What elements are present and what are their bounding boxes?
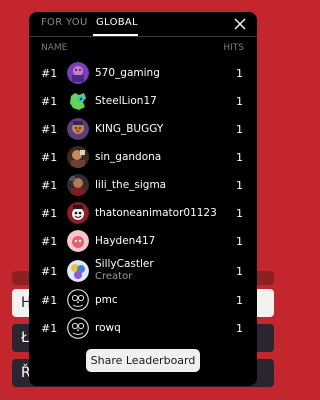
username: pmc — [95, 294, 118, 306]
leaderboard-row[interactable]: #1 570_gaming 1 — [29, 59, 257, 87]
colorful-avatar — [67, 260, 89, 282]
leaderboard-row[interactable]: #1 sin_gandona 1 — [29, 143, 257, 171]
rank: #1 — [41, 95, 58, 108]
leaderboard-row[interactable]: #1 KING_BUGGY 1 — [29, 115, 257, 143]
tab-bar: FOR YOU GLOBAL — [29, 12, 257, 38]
rank: #1 — [41, 123, 58, 136]
close-icon[interactable] — [233, 17, 247, 31]
owl-emblem-avatar — [67, 289, 89, 311]
hit-count: 1 — [236, 179, 243, 192]
tab-for-you[interactable]: FOR YOU — [41, 17, 88, 28]
buggy-avatar — [67, 118, 89, 140]
purple-meme-avatar — [67, 62, 89, 84]
leaderboard-row[interactable]: #1 SteelLion17 1 — [29, 87, 257, 115]
leaderboard-row[interactable]: #1 Hayden417 1 — [29, 227, 257, 255]
username: Hayden417 — [95, 235, 156, 247]
rank: #1 — [41, 179, 58, 192]
username: rowq — [95, 322, 121, 334]
owl-emblem-avatar — [67, 317, 89, 339]
green-lion-avatar — [67, 90, 89, 112]
hit-count: 1 — [236, 151, 243, 164]
username: 570_gaming — [95, 67, 160, 79]
rank: #1 — [41, 265, 58, 278]
cartoon-face-avatar — [67, 202, 89, 224]
leaderboard-row[interactable]: #1 SillyCastler Creator 1 — [29, 257, 257, 285]
hit-count: 1 — [236, 294, 243, 307]
username: sin_gandona — [95, 151, 162, 163]
rank: #1 — [41, 235, 58, 248]
photo-avatar — [67, 174, 89, 196]
username: lili_the_sigma — [95, 179, 167, 191]
column-header-hits: HITS — [223, 43, 244, 53]
username: KING_BUGGY — [95, 123, 164, 135]
pink-avatar — [67, 230, 89, 252]
rank: #1 — [41, 207, 58, 220]
hit-count: 1 — [236, 123, 243, 136]
leaderboard-row[interactable]: #1 rowq 1 — [29, 314, 257, 342]
hit-count: 1 — [236, 322, 243, 335]
hit-count: 1 — [236, 67, 243, 80]
leaderboard-row[interactable]: #1 pmc 1 — [29, 286, 257, 314]
rank: #1 — [41, 151, 58, 164]
username: SillyCastler — [95, 258, 154, 270]
hit-count: 1 — [236, 207, 243, 220]
share-leaderboard-button[interactable]: Share Leaderboard — [86, 349, 200, 372]
username: thatoneanimator01123 — [95, 207, 217, 219]
hit-count: 1 — [236, 95, 243, 108]
rank: #1 — [41, 322, 58, 335]
leaderboard-row[interactable]: #1 thatoneanimator01123 1 — [29, 199, 257, 227]
tab-divider — [29, 36, 257, 37]
creator-label: Creator — [95, 271, 133, 282]
hit-count: 1 — [236, 265, 243, 278]
rank: #1 — [41, 294, 58, 307]
hit-count: 1 — [236, 235, 243, 248]
leaderboard-panel: FOR YOU GLOBAL NAME HITS #1 570_gaming 1… — [29, 12, 257, 386]
rank: #1 — [41, 67, 58, 80]
background-button-2-label: Ł — [21, 330, 29, 346]
username: SteelLion17 — [95, 95, 157, 107]
column-header-name: NAME — [41, 43, 68, 53]
leaderboard-row[interactable]: #1 lili_the_sigma 1 — [29, 171, 257, 199]
tab-global[interactable]: GLOBAL — [96, 17, 138, 28]
photo-avatar — [67, 146, 89, 168]
